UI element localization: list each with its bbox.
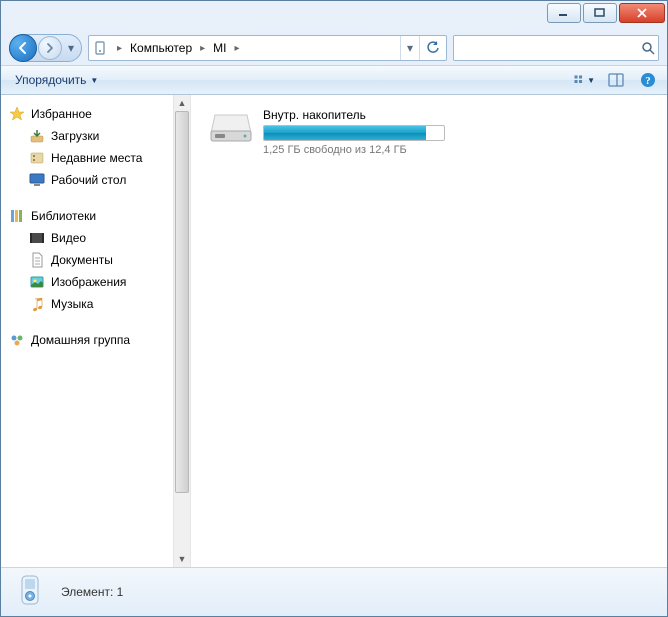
device-icon bbox=[93, 40, 109, 56]
toolbar-right: ▼ ? bbox=[573, 69, 659, 91]
nav-buttons: ▾ bbox=[9, 34, 82, 62]
status-bar: Элемент: 1 bbox=[1, 567, 667, 616]
device-large-icon bbox=[13, 574, 49, 610]
chevron-down-icon: ▼ bbox=[587, 76, 595, 85]
desktop-icon bbox=[29, 172, 45, 188]
breadcrumb: ▸ Компьютер ▸ MI ▸ bbox=[89, 37, 400, 59]
sidebar-item-music[interactable]: Музыка bbox=[9, 293, 171, 315]
libraries-header[interactable]: Библиотеки bbox=[9, 205, 171, 227]
nav-label: Недавние места bbox=[51, 151, 142, 165]
scroll-up-icon[interactable]: ▲ bbox=[174, 95, 190, 111]
sidebar-item-recent[interactable]: Недавние места bbox=[9, 147, 171, 169]
homegroup-group: Домашняя группа bbox=[9, 329, 171, 351]
downloads-icon bbox=[29, 128, 45, 144]
address-row: ▾ ▸ Компьютер ▸ MI ▸ ▾ bbox=[1, 31, 667, 65]
nav-scrollbar[interactable]: ▲ ▼ bbox=[173, 95, 191, 567]
nav-label: Музыка bbox=[51, 297, 93, 311]
sidebar-item-desktop[interactable]: Рабочий стол bbox=[9, 169, 171, 191]
nav-label: Документы bbox=[51, 253, 113, 267]
pictures-icon bbox=[29, 274, 45, 290]
address-bar[interactable]: ▸ Компьютер ▸ MI ▸ ▾ bbox=[88, 35, 447, 61]
nav-label: Видео bbox=[51, 231, 86, 245]
sidebar-item-documents[interactable]: Документы bbox=[9, 249, 171, 271]
scrollbar-thumb[interactable] bbox=[175, 111, 189, 493]
search-box[interactable] bbox=[453, 35, 659, 61]
drive-capacity-bar bbox=[263, 125, 445, 141]
homegroup-header[interactable]: Домашняя группа bbox=[9, 329, 171, 351]
navigation-pane: Избранное Загрузки Недавние места bbox=[1, 95, 173, 567]
documents-icon bbox=[29, 252, 45, 268]
drive-name: Внутр. накопитель bbox=[263, 108, 445, 122]
breadcrumb-computer[interactable]: Компьютер bbox=[126, 37, 196, 59]
nav-label: Рабочий стол bbox=[51, 173, 126, 187]
view-options-button[interactable]: ▼ bbox=[573, 69, 595, 91]
preview-pane-button[interactable] bbox=[605, 69, 627, 91]
chevron-right-icon[interactable]: ▸ bbox=[196, 43, 209, 54]
organize-button[interactable]: Упорядочить ▼ bbox=[9, 70, 104, 90]
refresh-button[interactable] bbox=[419, 36, 446, 60]
forward-button[interactable] bbox=[38, 36, 62, 60]
file-list[interactable]: Внутр. накопитель 1,25 ГБ свободно из 12… bbox=[191, 95, 667, 567]
libraries-icon bbox=[9, 208, 25, 224]
back-button[interactable] bbox=[9, 34, 37, 62]
svg-text:?: ? bbox=[645, 75, 651, 87]
sidebar-item-pictures[interactable]: Изображения bbox=[9, 271, 171, 293]
drive-item[interactable]: Внутр. накопитель 1,25 ГБ свободно из 12… bbox=[209, 107, 649, 156]
chevron-right-icon[interactable]: ▸ bbox=[113, 43, 126, 54]
nav-history-dropdown[interactable]: ▾ bbox=[65, 41, 77, 55]
drive-status: 1,25 ГБ свободно из 12,4 ГБ bbox=[263, 144, 445, 156]
maximize-button[interactable] bbox=[583, 3, 617, 23]
status-text: Элемент: 1 bbox=[61, 585, 123, 599]
address-dropdown[interactable]: ▾ bbox=[400, 36, 419, 60]
toolbar: Упорядочить ▼ ▼ ? bbox=[1, 65, 667, 95]
search-icon[interactable] bbox=[639, 41, 658, 55]
favorites-label: Избранное bbox=[31, 107, 92, 121]
drive-info: Внутр. накопитель 1,25 ГБ свободно из 12… bbox=[263, 107, 445, 156]
sidebar-item-videos[interactable]: Видео bbox=[9, 227, 171, 249]
video-icon bbox=[29, 230, 45, 246]
drive-capacity-fill bbox=[264, 126, 426, 140]
nav-label: Изображения bbox=[51, 275, 126, 289]
recent-icon bbox=[29, 150, 45, 166]
libraries-label: Библиотеки bbox=[31, 209, 96, 223]
search-input[interactable] bbox=[458, 40, 639, 56]
music-icon bbox=[29, 296, 45, 312]
body: Избранное Загрузки Недавние места bbox=[1, 95, 667, 567]
minimize-button[interactable] bbox=[547, 3, 581, 23]
drive-icon bbox=[209, 107, 253, 147]
scroll-down-icon[interactable]: ▼ bbox=[174, 551, 190, 567]
scrollbar-track[interactable] bbox=[174, 111, 190, 551]
explorer-window: ▾ ▸ Компьютер ▸ MI ▸ ▾ bbox=[0, 0, 668, 617]
favorites-header[interactable]: Избранное bbox=[9, 103, 171, 125]
titlebar bbox=[1, 1, 667, 31]
breadcrumb-mi[interactable]: MI bbox=[209, 37, 230, 59]
homegroup-label: Домашняя группа bbox=[31, 333, 130, 347]
chevron-right-icon[interactable]: ▸ bbox=[231, 43, 244, 54]
sidebar-item-downloads[interactable]: Загрузки bbox=[9, 125, 171, 147]
favorites-group: Избранное Загрузки Недавние места bbox=[9, 103, 171, 191]
libraries-group: Библиотеки Видео Документы bbox=[9, 205, 171, 315]
nav-label: Загрузки bbox=[51, 129, 99, 143]
homegroup-icon bbox=[9, 332, 25, 348]
close-button[interactable] bbox=[619, 3, 665, 23]
star-icon bbox=[9, 106, 25, 122]
chevron-down-icon: ▼ bbox=[90, 76, 98, 85]
organize-label: Упорядочить bbox=[15, 73, 86, 87]
help-button[interactable]: ? bbox=[637, 69, 659, 91]
